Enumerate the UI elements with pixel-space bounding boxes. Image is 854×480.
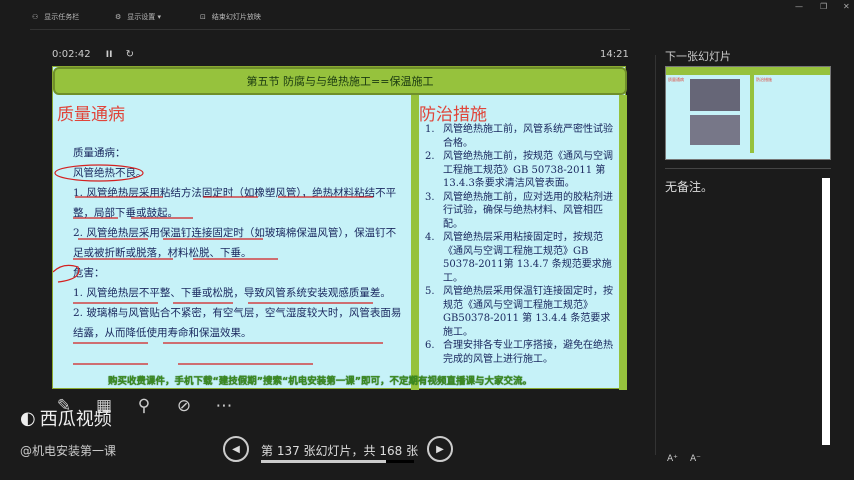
next-slide-label: 下一张幻灯片 [665, 50, 731, 63]
toolbar-divider [30, 29, 630, 30]
list-item: 1. 风管绝热施工前，风管系统严密性试验合格。 [425, 124, 613, 149]
measures-list: 1. 风管绝热施工前，风管系统严密性试验合格。 2. 风管绝热施工前，按规范《通风与… [425, 123, 615, 366]
photo-placeholder [690, 115, 740, 145]
slide-title: 第五节 防腐与与绝热施工==保温施工 [53, 67, 627, 95]
clock: 14:21 [600, 49, 629, 60]
show-taskbar-button[interactable]: ⚇ 显示任务栏 [32, 12, 79, 22]
list-item: 3. 风管绝热施工前，应对选用的胶粘剂进行试验，确保与绝热材料、风管相匹配。 [425, 191, 613, 230]
list-item: 6. 合理安排各专业工序搭接，避免在绝热完成的风管上进行施工。 [425, 340, 613, 365]
end-show-button[interactable]: ⊡ 结束幻灯片放映 [200, 12, 261, 22]
progress-fill [261, 460, 386, 463]
close-button[interactable]: ✕ [843, 2, 850, 11]
watermark-logo-icon: ◐ [20, 407, 36, 429]
restore-button[interactable]: ❐ [820, 2, 827, 11]
notes-divider [665, 168, 831, 169]
more-icon[interactable]: ⋯ [212, 396, 236, 416]
decrease-font-button[interactable]: A⁻ [690, 454, 701, 464]
slide-progress-bar [261, 460, 414, 463]
restart-timer-button[interactable]: ↻ [126, 49, 134, 60]
left-heading: 质量通病 [57, 105, 125, 125]
list-item: 5. 风管绝热层采用保温钉连接固定时，按规范《通风与空调工程施工规范》GB5037… [425, 286, 613, 338]
taskbar-icon: ⚇ [32, 13, 39, 21]
speaker-notes[interactable]: 无备注。 [665, 178, 713, 195]
increase-font-button[interactable]: A⁺ [667, 454, 678, 464]
screen-icon[interactable]: ⊘ [172, 396, 196, 416]
notes-scrollbar[interactable] [822, 178, 830, 445]
timer: 0:02:42 II ↻ [52, 49, 135, 60]
pause-button[interactable]: II [106, 50, 113, 60]
next-slide-thumbnail[interactable]: 质量通病 防治措施 [665, 66, 831, 160]
right-heading: 防治措施 [419, 105, 487, 125]
panel-divider[interactable] [655, 55, 656, 455]
end-show-icon: ⊡ [200, 13, 206, 21]
scrolling-banner: 购买收费课件，手机下载“建技假期”搜索“机电安装第一课”即可，不定期有视频直播课… [108, 376, 532, 387]
right-border-bar [619, 95, 627, 390]
search-icon[interactable]: ⚲ [132, 396, 156, 416]
slide-counter[interactable]: 第 137 张幻灯片，共 168 张 [261, 442, 418, 459]
minimize-button[interactable]: — [795, 2, 803, 11]
channel-handle: @机电安装第一课 [20, 444, 117, 458]
left-text: 质量通病： 风管绝热不良。 1. 风管绝热层采用粘结方法固定时（如橡塑风管），绝… [73, 147, 402, 339]
watermark: ◐ 西瓜视频 [20, 407, 112, 431]
list-item: 2. 风管绝热施工前，按规范《通风与空调工程施工规范》GB 50738-2011 … [425, 151, 613, 189]
column-divider [411, 95, 419, 390]
photo-placeholder [690, 79, 740, 111]
list-item: 4. 风管绝热层采用粘接固定时，按规范《通风与空调工程施工规范》GB 50378-… [425, 232, 612, 284]
display-settings-button[interactable]: ⚙ 显示设置 ▾ [115, 12, 161, 22]
display-settings-icon: ⚙ [115, 13, 122, 21]
previous-slide-button[interactable]: ◀ [223, 436, 249, 462]
current-slide[interactable]: 第五节 防腐与与绝热施工==保温施工 质量通病 质量通病： 风管绝热不良。 1.… [52, 66, 627, 390]
next-slide-button[interactable]: ▶ [427, 436, 453, 462]
